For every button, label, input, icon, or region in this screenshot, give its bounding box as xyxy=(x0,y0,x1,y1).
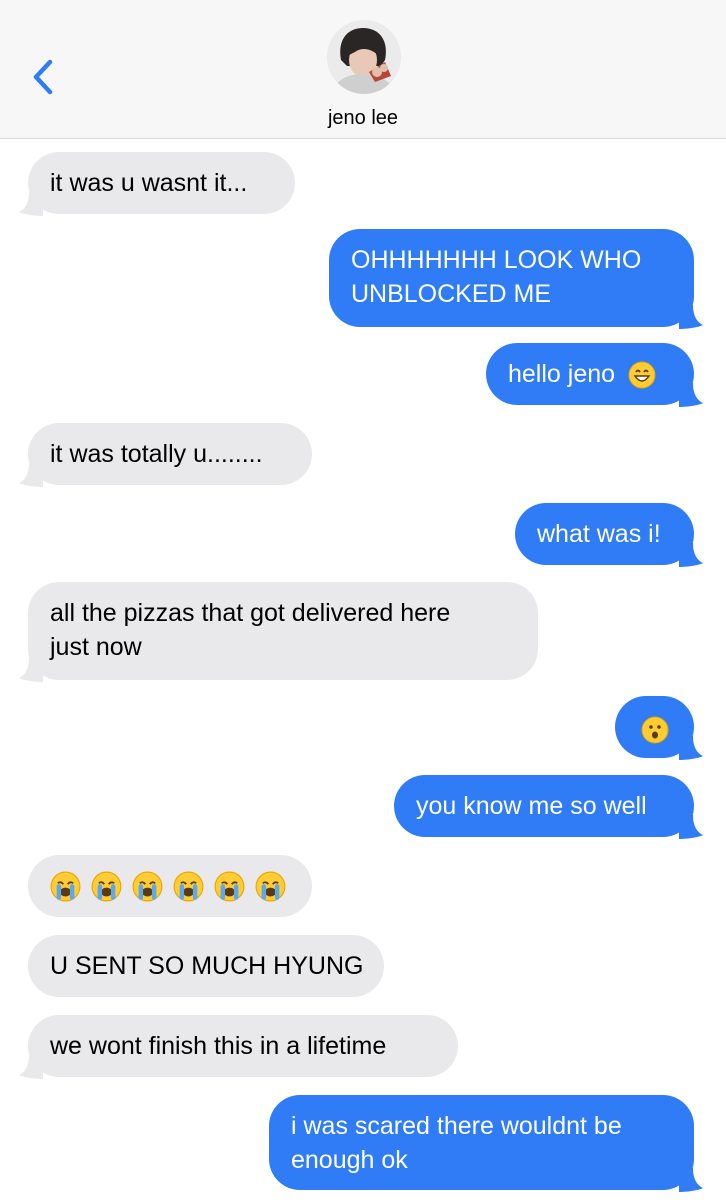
message-text: we wont finish this in a lifetime xyxy=(50,1032,387,1060)
message-text: hello jeno xyxy=(508,360,616,388)
bubble-tail xyxy=(19,1055,43,1079)
avatar-photo xyxy=(327,20,401,94)
message-text-line: UNBLOCKED ME xyxy=(351,280,552,308)
bubble-tail xyxy=(19,463,43,487)
loudly-crying-face-icon xyxy=(214,871,245,901)
message-bubble-incoming[interactable]: it was totally u........ xyxy=(19,423,312,487)
bubble-tail xyxy=(679,1168,703,1192)
bubble-tail xyxy=(679,305,703,329)
message-text: what was i! xyxy=(537,520,661,548)
bubble-tail xyxy=(19,192,43,216)
loudly-crying-face-icon xyxy=(132,871,163,901)
message-text-line: just now xyxy=(50,633,142,661)
chevron-left-icon[interactable] xyxy=(24,54,64,100)
message-bubble-outgoing[interactable]: you know me so well xyxy=(394,775,703,839)
loudly-crying-face-icon xyxy=(255,871,286,901)
bubble-tail xyxy=(19,658,43,682)
message-text-line: i was scared there wouldnt be xyxy=(291,1112,622,1140)
message-content: hello jeno xyxy=(508,357,672,391)
bubble-tail xyxy=(679,383,703,407)
conversation-header: jeno lee xyxy=(0,0,726,139)
conversation-screen: jeno lee it was u wasnt it... OHHHHHHH L… xyxy=(0,0,726,1200)
message-bubble-incoming[interactable]: U SENT SO MUCH HYUNG xyxy=(28,935,384,997)
message-text-line: all the pizzas that got delivered here xyxy=(50,599,451,627)
hushed-face-icon xyxy=(641,716,668,744)
message-bubble-incoming[interactable]: it was u wasnt it... xyxy=(19,152,295,216)
loudly-crying-face-icon xyxy=(91,871,122,901)
message-bubble-incoming[interactable]: all the pizzas that got delivered here j… xyxy=(19,582,538,682)
message-text: it was totally u........ xyxy=(50,440,263,468)
bubble-tail xyxy=(679,736,703,760)
message-text: U SENT SO MUCH HYUNG xyxy=(50,952,364,980)
message-text-line: enough ok xyxy=(291,1146,408,1174)
message-bubble-outgoing[interactable]: what was i! xyxy=(515,503,703,567)
bubble-tail xyxy=(679,543,703,567)
message-bubble-outgoing[interactable]: OHHHHHHH LOOK WHO UNBLOCKED ME xyxy=(329,229,703,329)
message-text: you know me so well xyxy=(416,792,647,820)
loudly-crying-face-icon xyxy=(173,871,204,901)
message-text-line: OHHHHHHH LOOK WHO xyxy=(351,246,642,274)
message-bubble-outgoing[interactable] xyxy=(615,696,703,760)
grinning-face-icon xyxy=(628,361,656,389)
message-text: it was u wasnt it... xyxy=(50,169,248,197)
message-bubble-incoming[interactable] xyxy=(28,855,312,917)
bubble-tail xyxy=(679,815,703,839)
contact-name[interactable]: jeno lee xyxy=(0,106,726,130)
avatar[interactable] xyxy=(327,20,401,94)
message-bubble-outgoing[interactable]: i was scared there wouldnt be enough ok xyxy=(269,1095,703,1192)
emoji-row xyxy=(50,869,290,903)
message-bubble-outgoing[interactable]: hello jeno xyxy=(486,343,703,407)
loudly-crying-face-icon xyxy=(50,871,81,901)
message-bubble-incoming[interactable]: we wont finish this in a lifetime xyxy=(19,1015,458,1079)
